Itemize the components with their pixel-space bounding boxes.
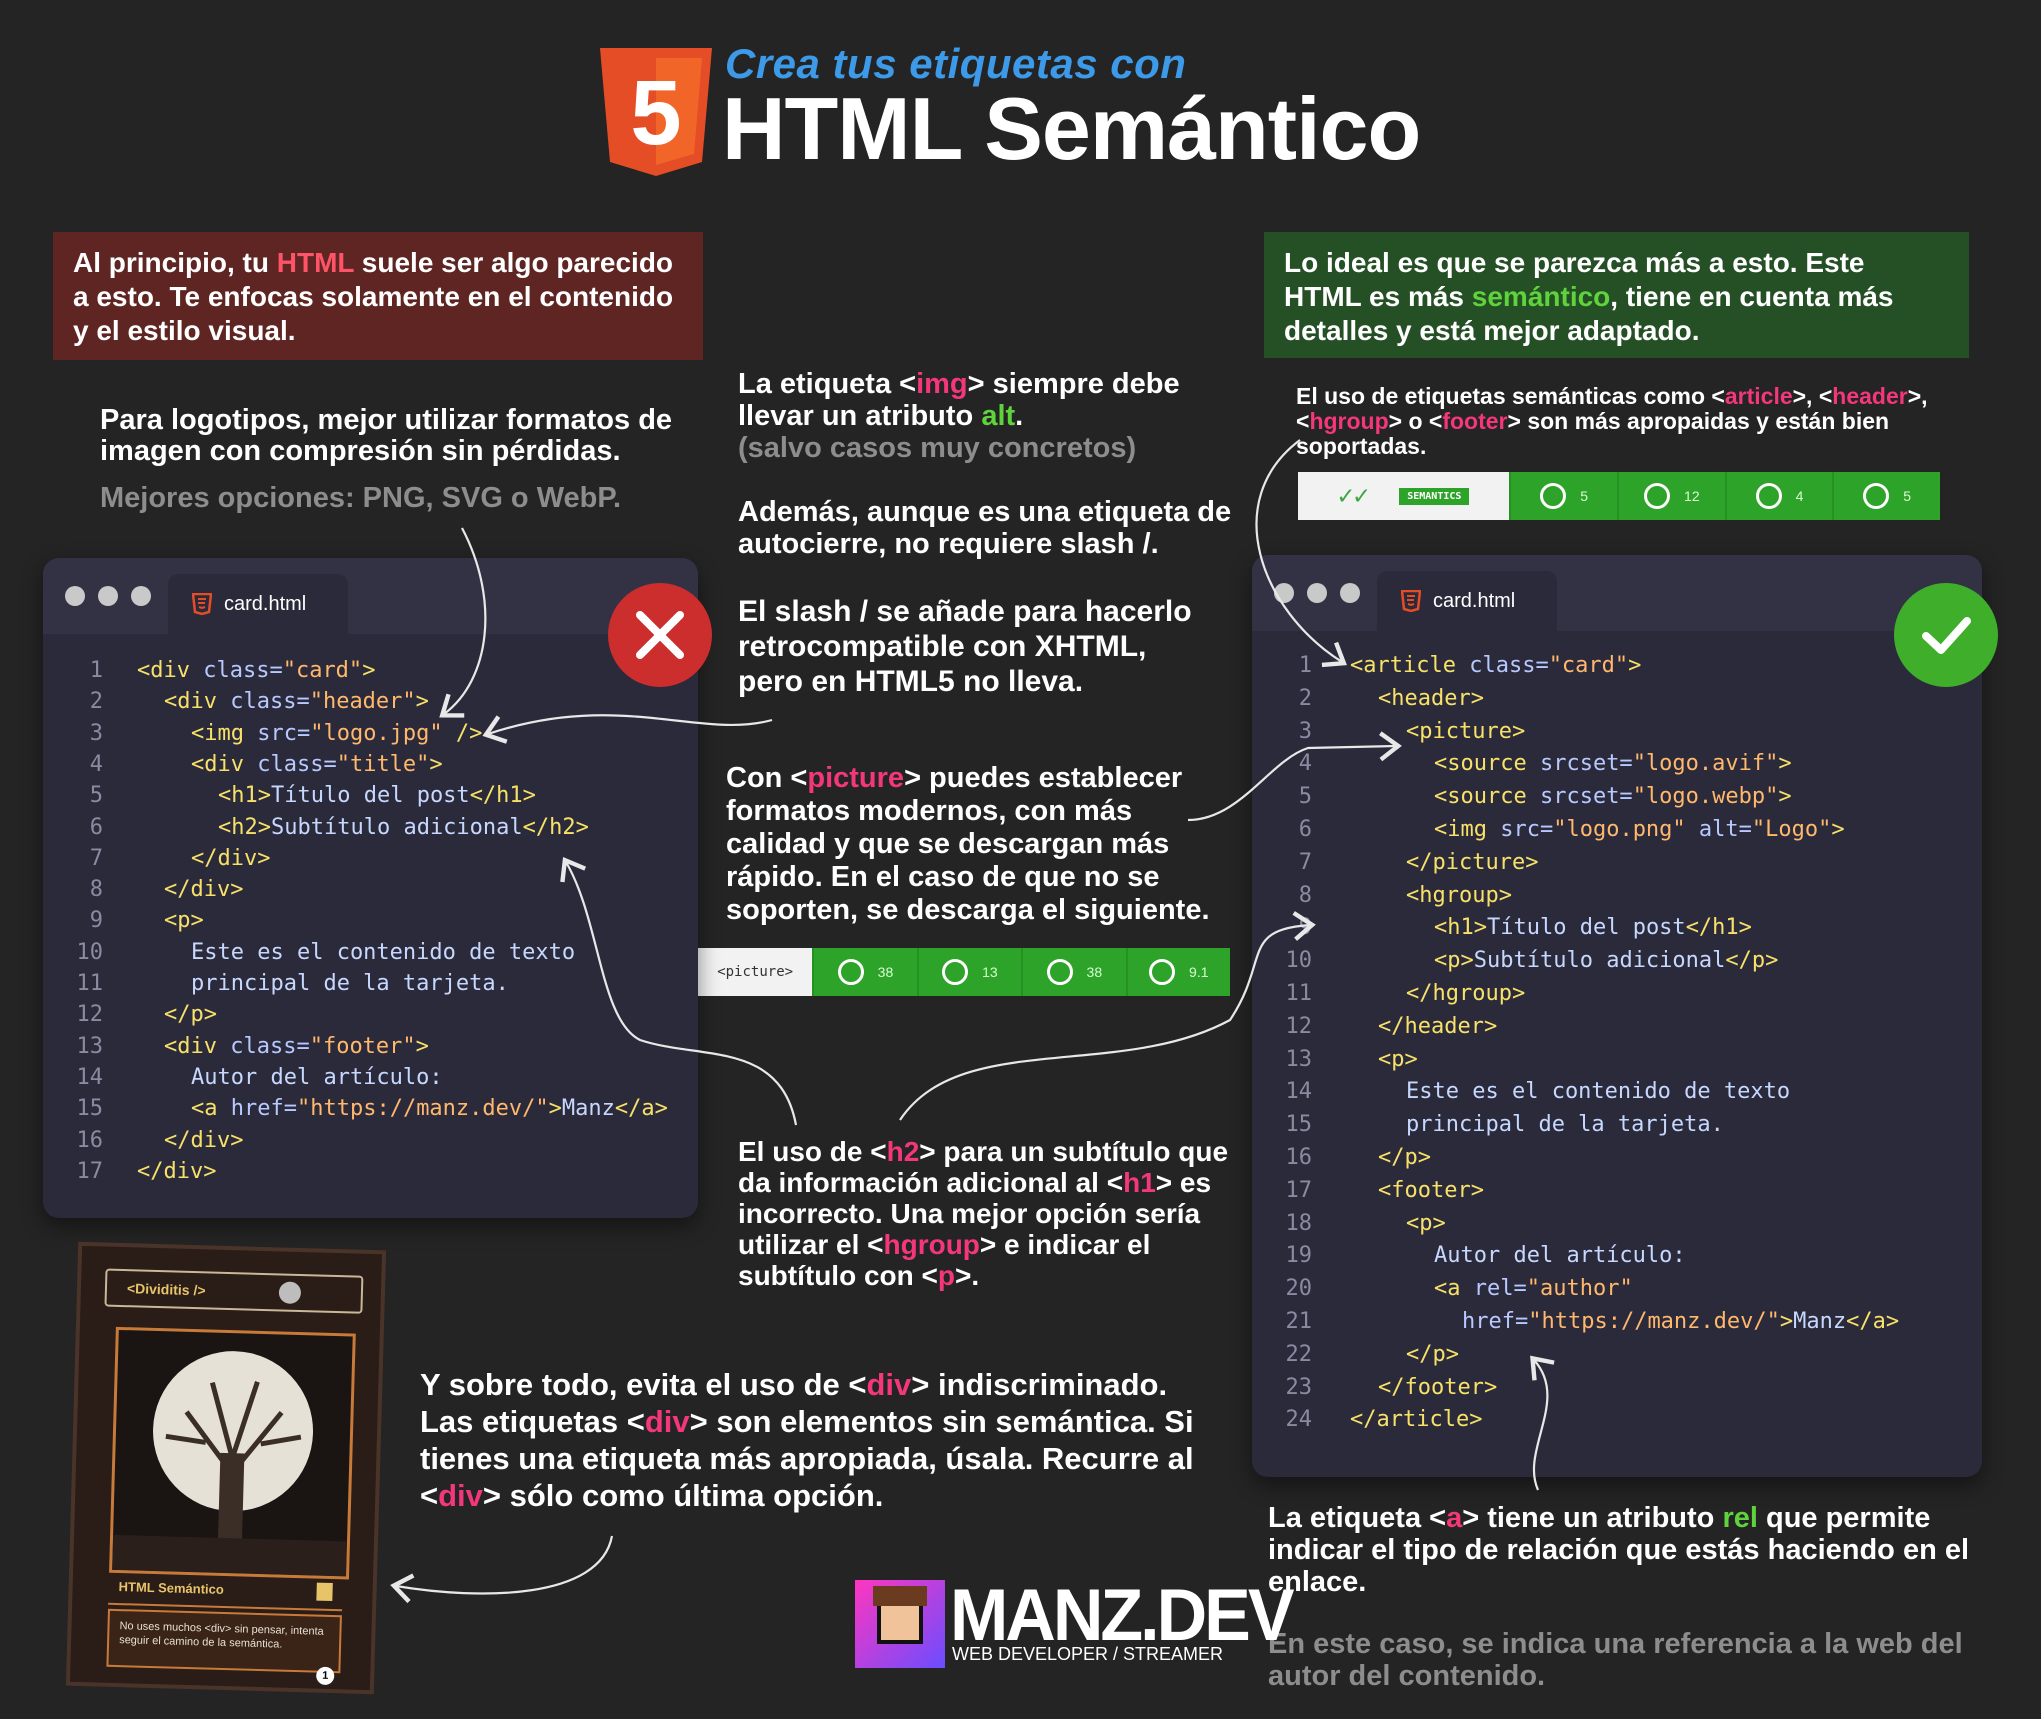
arrow-hgroup [899,911,1316,1121]
arrow-div [390,1535,614,1604]
arrow-logos [439,527,487,718]
arrow-picture [1187,731,1402,822]
arrow-slash [482,714,773,744]
arrow-h2 [560,856,798,1126]
arrow-a-rel [1530,1355,1555,1491]
arrow-semantics [1255,439,1347,668]
connector-arrows [390,439,1555,1604]
